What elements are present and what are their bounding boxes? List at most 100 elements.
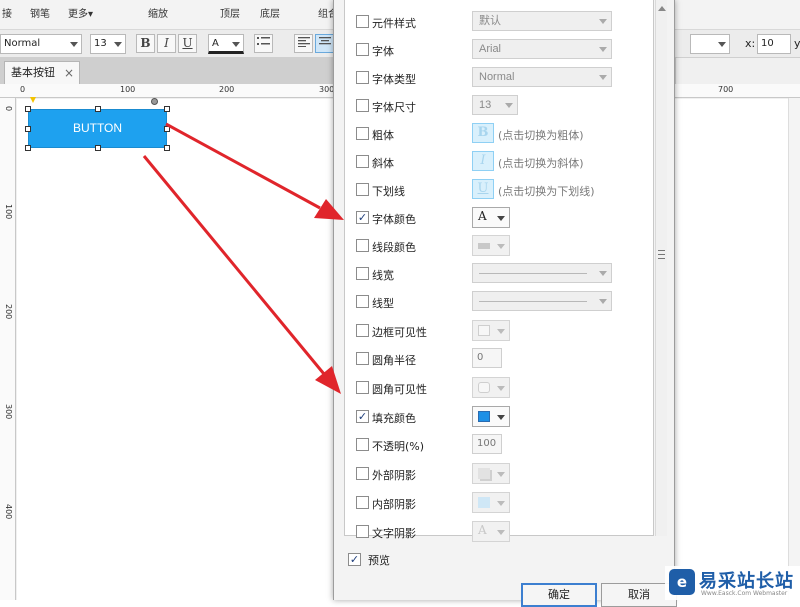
widget-style-checkbox[interactable] bbox=[356, 15, 369, 28]
toolbar-item-bring-front[interactable]: 顶层 bbox=[220, 5, 240, 20]
row-label: 下划线 bbox=[372, 185, 405, 198]
toolbar-item-more[interactable]: 更多▾ bbox=[68, 5, 93, 20]
line-style-select[interactable] bbox=[690, 34, 730, 54]
resize-handle[interactable] bbox=[164, 106, 170, 112]
button-widget[interactable]: BUTTON bbox=[28, 109, 167, 148]
border-visibility-checkbox[interactable] bbox=[356, 324, 369, 337]
row-label: 文字阴影 bbox=[372, 527, 416, 540]
bold-toggle-button[interactable]: B bbox=[472, 123, 494, 143]
font-color-button[interactable]: A bbox=[208, 34, 244, 54]
bold-button[interactable]: B bbox=[136, 34, 155, 53]
font-size-select[interactable]: 13 bbox=[472, 95, 518, 115]
font-size-select[interactable]: 13 bbox=[90, 34, 126, 54]
row-border-visibility: 边框可见性 bbox=[344, 317, 654, 345]
row-label: 外部阴影 bbox=[372, 469, 416, 482]
ok-button[interactable]: 确定 bbox=[521, 583, 597, 607]
corner-radius-checkbox[interactable] bbox=[356, 352, 369, 365]
text-shadow-glyph: A bbox=[478, 523, 487, 537]
resize-handle[interactable] bbox=[95, 145, 101, 151]
line-color-checkbox[interactable] bbox=[356, 239, 369, 252]
text-shadow-picker[interactable]: A bbox=[472, 521, 510, 542]
resize-handle[interactable] bbox=[95, 106, 101, 112]
tab-basic-button[interactable]: 基本按钮 × bbox=[4, 61, 80, 84]
underline-toggle-button[interactable]: U bbox=[472, 179, 494, 199]
row-inner-shadow: 内部阴影 bbox=[344, 489, 654, 517]
line-type-select[interactable] bbox=[472, 291, 612, 311]
underline-button[interactable]: U bbox=[178, 34, 197, 53]
tab-label: 基本按钮 bbox=[11, 66, 55, 79]
text-shadow-checkbox[interactable] bbox=[356, 525, 369, 538]
outer-shadow-checkbox[interactable] bbox=[356, 467, 369, 480]
toolbar-item-pen[interactable]: 钢笔 bbox=[30, 5, 50, 20]
canvas-scrollbar[interactable] bbox=[788, 98, 800, 600]
corner-visibility-picker[interactable] bbox=[472, 377, 510, 398]
font-color-checkbox[interactable]: ✓ bbox=[356, 211, 369, 224]
align-left-icon bbox=[297, 37, 310, 47]
font-checkbox[interactable] bbox=[356, 43, 369, 56]
line-width-checkbox[interactable] bbox=[356, 267, 369, 280]
resize-handle[interactable] bbox=[25, 106, 31, 112]
row-label: 填充颜色 bbox=[372, 412, 416, 425]
scroll-up-icon[interactable] bbox=[658, 6, 666, 11]
font-family-value: Arial bbox=[479, 43, 502, 55]
ruler-mark: 200 bbox=[219, 85, 235, 94]
line-type-checkbox[interactable] bbox=[356, 295, 369, 308]
font-style-select[interactable]: Normal bbox=[0, 34, 82, 54]
rotate-handle[interactable] bbox=[151, 98, 158, 105]
italic-toggle-button[interactable]: I bbox=[472, 151, 494, 171]
corner-radius-input[interactable]: 0 bbox=[472, 348, 502, 368]
row-underline: 下划线 U (点击切换为下划线) bbox=[344, 176, 654, 204]
opacity-input[interactable]: 100 bbox=[472, 434, 502, 454]
italic-button[interactable]: I bbox=[157, 34, 176, 53]
row-label: 圆角半径 bbox=[372, 354, 416, 367]
scroll-grip-icon[interactable] bbox=[658, 250, 665, 259]
resize-handle[interactable] bbox=[164, 126, 170, 132]
underline-checkbox[interactable] bbox=[356, 183, 369, 196]
toolbar-item-send-back[interactable]: 底层 bbox=[260, 5, 280, 20]
resize-handle[interactable] bbox=[25, 145, 31, 151]
font-type-select[interactable]: Normal bbox=[472, 67, 612, 87]
line-width-select[interactable] bbox=[472, 263, 612, 283]
toolbar-item-zoom[interactable]: 缩放 bbox=[148, 5, 168, 20]
chevron-down-icon bbox=[599, 271, 607, 276]
font-size-value: 13 bbox=[94, 38, 107, 49]
outer-shadow-picker[interactable] bbox=[472, 463, 510, 484]
font-family-select[interactable]: Arial bbox=[472, 39, 612, 59]
fill-color-picker[interactable] bbox=[472, 406, 510, 427]
line-preview-icon bbox=[479, 301, 587, 302]
align-left-button[interactable] bbox=[294, 34, 313, 53]
chevron-down-icon bbox=[497, 415, 505, 420]
chevron-down-icon bbox=[599, 75, 607, 80]
preview-checkbox[interactable]: ✓ bbox=[348, 553, 361, 566]
fill-color-checkbox[interactable]: ✓ bbox=[356, 410, 369, 423]
border-visibility-picker[interactable] bbox=[472, 320, 510, 341]
dialog-scrollbar[interactable] bbox=[655, 0, 667, 536]
opacity-checkbox[interactable] bbox=[356, 438, 369, 451]
italic-checkbox[interactable] bbox=[356, 155, 369, 168]
inner-shadow-checkbox[interactable] bbox=[356, 496, 369, 509]
y-label: y bbox=[794, 37, 800, 50]
font-size-checkbox[interactable] bbox=[356, 99, 369, 112]
chevron-down-icon bbox=[599, 47, 607, 52]
font-color-glyph: A bbox=[212, 38, 219, 49]
toolbar-item-connect[interactable]: 接 bbox=[2, 5, 12, 20]
font-color-picker[interactable]: A bbox=[472, 207, 510, 228]
resize-handle[interactable] bbox=[164, 145, 170, 151]
inner-shadow-picker[interactable] bbox=[472, 492, 510, 513]
align-center-button[interactable] bbox=[315, 34, 334, 53]
line-color-picker[interactable] bbox=[472, 235, 510, 256]
row-label: 线段颜色 bbox=[372, 241, 416, 254]
resize-handle[interactable] bbox=[25, 126, 31, 132]
bold-checkbox[interactable] bbox=[356, 127, 369, 140]
row-line-type: 线型 bbox=[344, 288, 654, 316]
font-type-checkbox[interactable] bbox=[356, 71, 369, 84]
bullet-list-button[interactable] bbox=[254, 34, 273, 53]
widget-style-select[interactable]: 默认 bbox=[472, 11, 612, 31]
row-label: 字体尺寸 bbox=[372, 101, 416, 114]
row-opacity: 不透明(%) 100 bbox=[344, 431, 654, 459]
close-icon[interactable]: × bbox=[64, 62, 74, 84]
ruler-mark: 700 bbox=[718, 85, 734, 94]
row-label: 字体类型 bbox=[372, 73, 416, 86]
corner-visibility-checkbox[interactable] bbox=[356, 381, 369, 394]
x-position-input[interactable]: 10 bbox=[757, 34, 791, 54]
